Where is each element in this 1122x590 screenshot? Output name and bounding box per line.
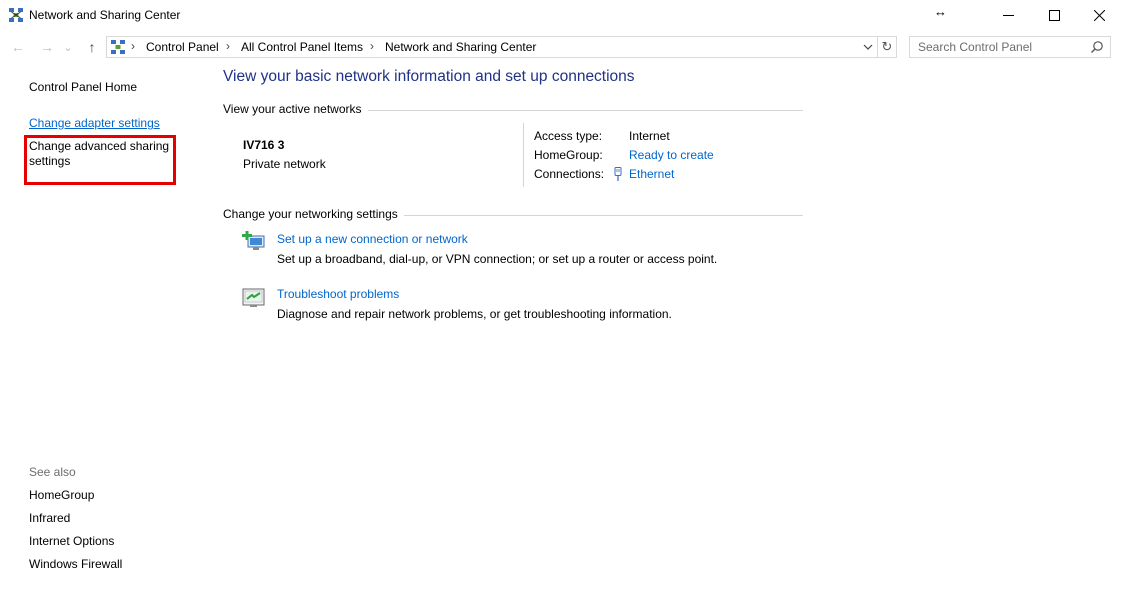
connections-label: Connections: bbox=[534, 167, 605, 181]
chevron-down-icon: ⌄ bbox=[63, 41, 73, 54]
page-title: View your basic network information and … bbox=[223, 68, 635, 85]
title-bar: Network and Sharing Center ↔ bbox=[0, 0, 1122, 30]
minimize-icon bbox=[1002, 14, 1014, 16]
forward-button[interactable]: → bbox=[37, 37, 57, 57]
breadcrumb-separator[interactable]: › bbox=[226, 39, 230, 53]
homegroup-label: HomeGroup: bbox=[534, 148, 603, 162]
network-name: IV716 3 bbox=[243, 138, 285, 152]
window-title: Network and Sharing Center bbox=[29, 8, 181, 22]
up-arrow-icon: ↑ bbox=[88, 39, 96, 55]
troubleshoot-icon bbox=[242, 288, 265, 307]
navigation-bar: ← → ⌄ ↑ › Control Panel › All Control Pa… bbox=[0, 34, 1122, 60]
search-icon[interactable] bbox=[1090, 40, 1104, 54]
network-divider bbox=[523, 123, 524, 187]
network-category[interactable]: Private network bbox=[243, 157, 326, 171]
chevron-down-icon bbox=[863, 44, 873, 50]
control-panel-icon bbox=[111, 40, 125, 54]
ethernet-icon bbox=[614, 167, 622, 181]
recent-locations-button[interactable]: ⌄ bbox=[61, 37, 75, 57]
setup-connection-link[interactable]: Set up a new connection or network bbox=[277, 232, 468, 246]
network-center-icon bbox=[9, 8, 23, 22]
close-button[interactable] bbox=[1076, 0, 1122, 30]
address-bar[interactable]: › Control Panel › All Control Panel Item… bbox=[106, 36, 897, 58]
new-connection-icon bbox=[242, 231, 265, 250]
troubleshoot-description: Diagnose and repair network problems, or… bbox=[277, 307, 672, 321]
close-icon bbox=[1093, 9, 1105, 21]
troubleshoot-link[interactable]: Troubleshoot problems bbox=[277, 287, 399, 301]
change-adapter-settings-link[interactable]: Change adapter settings bbox=[29, 116, 160, 130]
ethernet-connection-link[interactable]: Ethernet bbox=[629, 167, 674, 181]
minimize-button[interactable] bbox=[985, 0, 1031, 30]
breadcrumb-control-panel[interactable]: Control Panel bbox=[146, 40, 219, 54]
search-input[interactable]: Search Control Panel bbox=[909, 36, 1111, 58]
maximize-icon bbox=[1048, 9, 1060, 21]
access-type-label: Access type: bbox=[534, 129, 603, 143]
breadcrumb-separator[interactable]: › bbox=[131, 39, 135, 53]
breadcrumb-network-center[interactable]: Network and Sharing Center bbox=[385, 40, 536, 54]
see-also-windows-firewall-link[interactable]: Windows Firewall bbox=[29, 557, 122, 571]
homegroup-ready-link[interactable]: Ready to create bbox=[629, 148, 714, 162]
active-networks-heading: View your active networks bbox=[223, 102, 368, 116]
breadcrumb-separator[interactable]: › bbox=[370, 39, 374, 53]
forward-arrow-icon: → bbox=[40, 39, 54, 55]
networking-settings-heading: Change your networking settings bbox=[223, 207, 404, 221]
see-also-homegroup-link[interactable]: HomeGroup bbox=[29, 488, 94, 502]
see-also-infrared-link[interactable]: Infrared bbox=[29, 511, 70, 525]
maximize-button[interactable] bbox=[1031, 0, 1077, 30]
back-arrow-icon: ← bbox=[11, 39, 25, 55]
up-button[interactable]: ↑ bbox=[82, 37, 102, 57]
change-advanced-sharing-link[interactable]: Change advanced sharing settings bbox=[29, 139, 174, 169]
resize-icon: ↔ bbox=[934, 4, 947, 19]
back-button[interactable]: ← bbox=[8, 37, 28, 57]
see-also-internet-options-link[interactable]: Internet Options bbox=[29, 534, 114, 548]
control-panel-home-link[interactable]: Control Panel Home bbox=[29, 80, 137, 94]
refresh-icon: ↻ bbox=[881, 39, 893, 54]
search-placeholder: Search Control Panel bbox=[918, 40, 1033, 54]
see-also-label: See also bbox=[29, 465, 76, 479]
address-dropdown-button[interactable] bbox=[859, 38, 877, 56]
left-task-pane: Control Panel Home Change adapter settin… bbox=[0, 60, 200, 590]
refresh-button[interactable]: ↻ bbox=[878, 37, 896, 57]
access-type-value: Internet bbox=[629, 129, 670, 143]
setup-connection-description: Set up a broadband, dial-up, or VPN conn… bbox=[277, 252, 718, 266]
breadcrumb-all-items[interactable]: All Control Panel Items bbox=[241, 40, 363, 54]
